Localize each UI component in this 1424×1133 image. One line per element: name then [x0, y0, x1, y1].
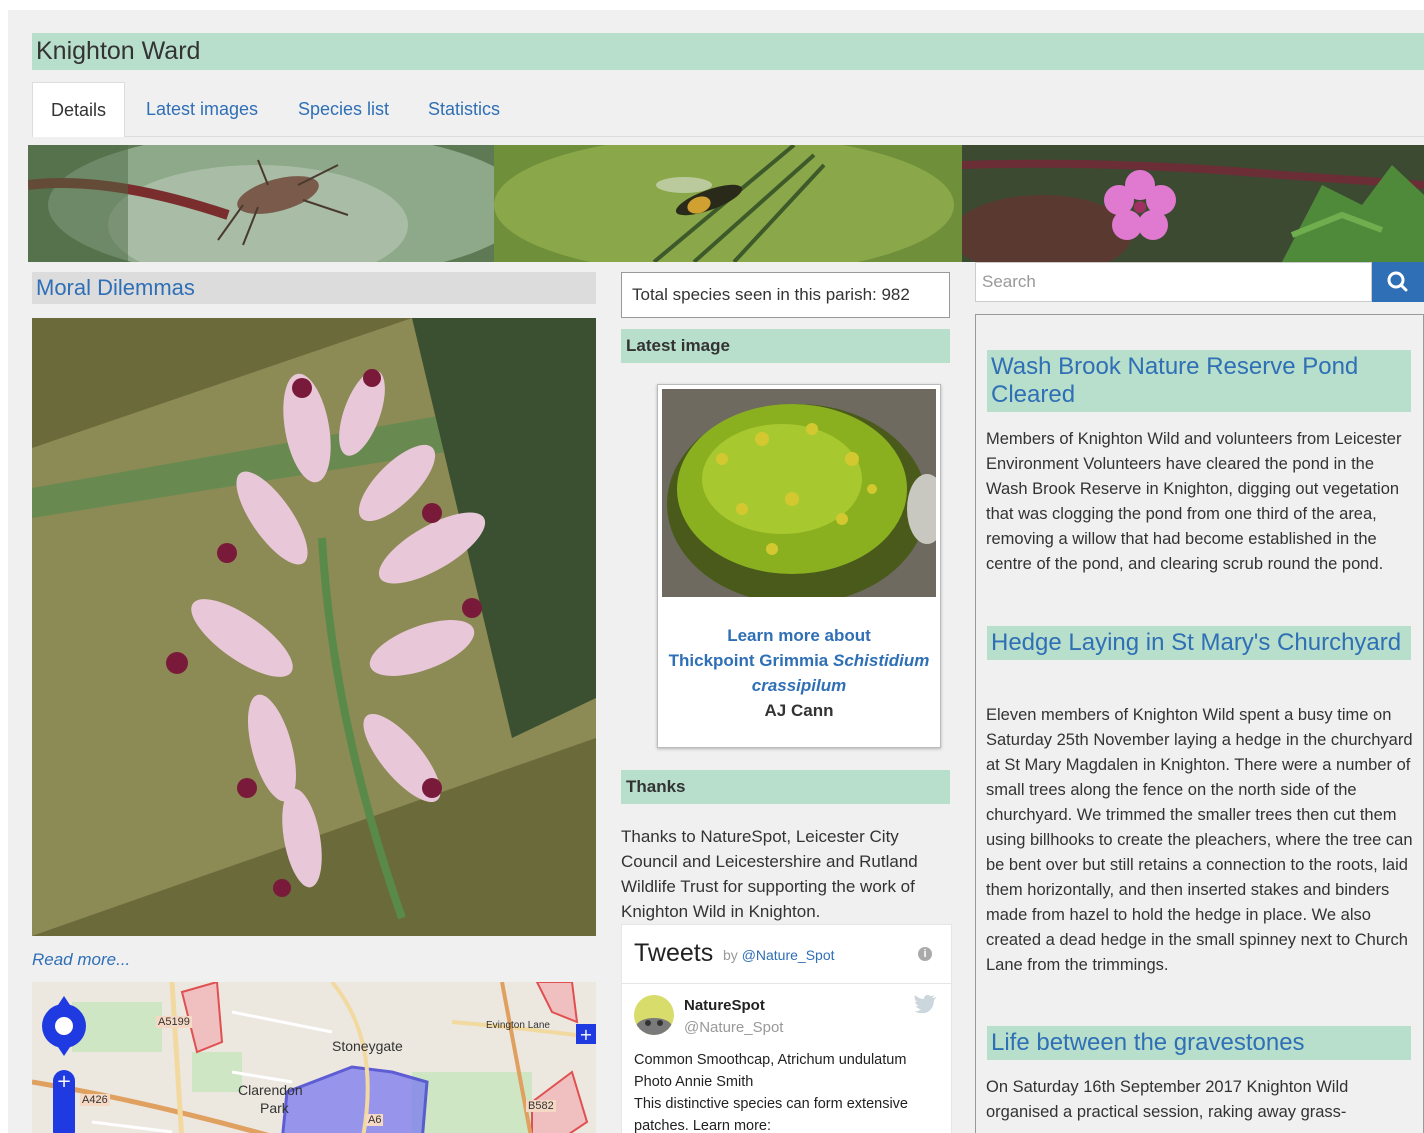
map-label-clarendon: Clarendon: [238, 1082, 303, 1098]
thanks-heading-bar: Thanks: [621, 770, 950, 804]
tab-statistics[interactable]: Statistics: [428, 82, 500, 136]
map-label-stoneygate: Stoneygate: [332, 1038, 403, 1054]
tab-details[interactable]: Details: [32, 82, 125, 137]
tab-species-list[interactable]: Species list: [298, 82, 389, 136]
tweet-text: Common Smoothcap, Atrichum undulatum Pho…: [634, 1052, 908, 1133]
thanks-heading: Thanks: [626, 777, 686, 796]
search-icon: [1387, 271, 1408, 292]
news-heading-bar-1: Hedge Laying in St Mary's Churchyard: [987, 626, 1411, 660]
page: Knighton Ward Details Latest images Spec…: [8, 10, 1424, 1133]
banner-photo-shieldbug: [28, 145, 494, 262]
title-bar: Knighton Ward: [32, 33, 1424, 70]
map-label-park: Park: [260, 1100, 289, 1116]
twitter-widget: Tweets by @Nature_Spot i NatureSpot @Nat…: [621, 924, 952, 1133]
tweets-handle-link[interactable]: @Nature_Spot: [742, 947, 835, 963]
tweets-by: by @Nature_Spot: [723, 947, 835, 963]
featured-photo-fumitory[interactable]: [32, 318, 596, 936]
news-heading-bar-2: Life between the gravestones: [987, 1026, 1411, 1060]
thanks-text: Thanks to NatureSpot, Leicester City Cou…: [621, 827, 918, 921]
banner-images: [28, 145, 1424, 262]
banner-photo-geranium: [962, 145, 1424, 262]
map-road-a426: A426: [80, 1094, 110, 1106]
latest-image-card: Learn more about Thickpoint Grimmia Schi…: [657, 384, 941, 748]
search-input[interactable]: [975, 262, 1372, 302]
info-icon[interactable]: i: [918, 947, 932, 961]
tweet-author-name[interactable]: NatureSpot: [684, 997, 765, 1014]
svg-text:+: +: [579, 1025, 592, 1044]
news-body-1: Eleven members of Knighton Wild spent a …: [986, 706, 1413, 974]
tweets-title: Tweets: [634, 939, 714, 967]
tab-bar: Details Latest images Species list Stati…: [32, 82, 1424, 137]
latest-image-heading-bar: Latest image: [621, 329, 950, 363]
tweet-author-handle[interactable]: @Nature_Spot: [684, 1019, 783, 1036]
search-button[interactable]: [1372, 262, 1424, 302]
page-title: Knighton Ward: [36, 37, 201, 65]
news-title-2[interactable]: Life between the gravestones: [987, 1026, 1411, 1060]
latest-image-photo-moss[interactable]: [662, 389, 936, 597]
map-road-a5199: A5199: [156, 1016, 192, 1028]
left-column: Moral Dilemmas Read more... + + Stoneyga…: [32, 272, 596, 1133]
featured-article-title[interactable]: Moral Dilemmas: [32, 275, 195, 300]
news-body-2: On Saturday 16th September 2017 Knighton…: [986, 1078, 1349, 1121]
latest-image-heading: Latest image: [626, 336, 730, 355]
total-species-text: Total species seen in this parish: 982: [632, 285, 910, 304]
read-more-link[interactable]: Read more...: [32, 950, 130, 970]
twitter-bird-icon[interactable]: [914, 995, 936, 1018]
news-heading-bar-0: Wash Brook Nature Reserve Pond Cleared: [987, 350, 1411, 412]
featured-heading-bar: Moral Dilemmas: [32, 272, 596, 304]
parish-map[interactable]: + + Stoneygate Clarendon Park Evington L…: [32, 982, 596, 1133]
naturespot-avatar[interactable]: [634, 995, 674, 1035]
latest-image-caption: Learn more about Thickpoint Grimmia Schi…: [658, 623, 940, 723]
map-label-evington-lane: Evington Lane: [486, 1020, 550, 1031]
tab-latest-images[interactable]: Latest images: [146, 82, 258, 136]
news-title-0[interactable]: Wash Brook Nature Reserve Pond Cleared: [987, 350, 1411, 412]
news-body-0: Members of Knighton Wild and volunteers …: [986, 430, 1402, 573]
svg-text:+: +: [56, 1071, 71, 1092]
tweet-divider: [622, 983, 951, 984]
banner-photo-hoverfly: [494, 145, 962, 262]
total-species-box: Total species seen in this parish: 982: [621, 272, 950, 318]
learn-more-link[interactable]: Learn more about Thickpoint Grimmia Schi…: [658, 623, 940, 698]
map-road-b582: B582: [526, 1100, 556, 1112]
news-panel: Wash Brook Nature Reserve Pond Cleared M…: [975, 314, 1424, 1133]
photographer-name: AJ Cann: [764, 701, 834, 720]
news-title-1[interactable]: Hedge Laying in St Mary's Churchyard: [987, 626, 1411, 660]
map-road-a6: A6: [366, 1114, 384, 1126]
